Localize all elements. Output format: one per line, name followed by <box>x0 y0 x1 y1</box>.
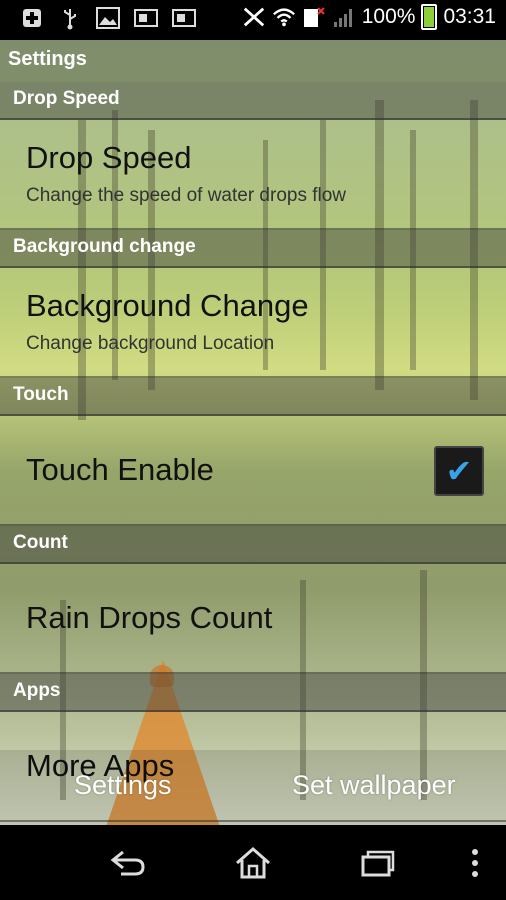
pref-background-change[interactable]: Background Change Change background Loca… <box>0 268 506 378</box>
image-icon <box>96 6 120 30</box>
signal-icon <box>332 5 356 29</box>
category-label: Background change <box>13 236 196 257</box>
recent-apps-icon[interactable] <box>358 843 398 883</box>
screen: 100% 03:31 Settings Drop Speed Drop Spee… <box>0 0 506 900</box>
set-wallpaper-button[interactable]: Set wallpaper <box>292 770 456 801</box>
category-drop-speed: Drop Speed <box>0 82 506 120</box>
sim-icon <box>134 6 158 30</box>
touch-enable-checkbox[interactable]: ✔ <box>434 446 484 496</box>
category-label: Touch <box>13 384 69 405</box>
settings-header: Settings <box>0 40 506 82</box>
page-title: Settings <box>8 48 87 70</box>
pref-title: Drop Speed <box>26 140 192 175</box>
battery-icon <box>421 4 438 30</box>
menu-icon[interactable] <box>455 843 495 883</box>
settings-list: Drop Speed Drop Speed Change the speed o… <box>0 82 506 822</box>
back-icon[interactable] <box>108 843 148 883</box>
usb-icon <box>58 6 82 30</box>
category-count: Count <box>0 526 506 564</box>
pref-summary: Change the speed of water drops flow <box>26 185 347 206</box>
clock: 03:31 <box>443 5 496 28</box>
nfc-icon <box>242 5 266 29</box>
wallpaper-action-bar: Settings Set wallpaper <box>0 750 506 825</box>
wifi-icon <box>272 5 296 29</box>
category-apps: Apps <box>0 674 506 712</box>
pref-drop-speed[interactable]: Drop Speed Change the speed of water dro… <box>0 120 506 230</box>
sim-icon <box>172 6 196 30</box>
category-background-change: Background change <box>0 230 506 268</box>
navigation-bar <box>0 825 506 900</box>
pref-title: Rain Drops Count <box>26 600 273 635</box>
plus-icon <box>20 6 44 30</box>
home-icon[interactable] <box>233 843 273 883</box>
category-label: Drop Speed <box>13 88 120 109</box>
category-label: Count <box>13 532 68 553</box>
pref-title: Touch Enable <box>26 452 214 487</box>
battery-percent: 100% <box>361 5 416 28</box>
category-label: Apps <box>13 680 61 701</box>
pref-title: Background Change <box>26 288 309 323</box>
pref-rain-drops-count[interactable]: Rain Drops Count <box>0 564 506 674</box>
category-touch: Touch <box>0 378 506 416</box>
pref-touch-enable[interactable]: Touch Enable ✔ <box>0 416 506 526</box>
checkmark-icon: ✔ <box>445 452 473 490</box>
settings-button[interactable]: Settings <box>74 770 172 801</box>
no-sim-icon <box>302 5 326 29</box>
pref-summary: Change background Location <box>26 333 275 354</box>
status-bar: 100% 03:31 <box>0 0 506 40</box>
